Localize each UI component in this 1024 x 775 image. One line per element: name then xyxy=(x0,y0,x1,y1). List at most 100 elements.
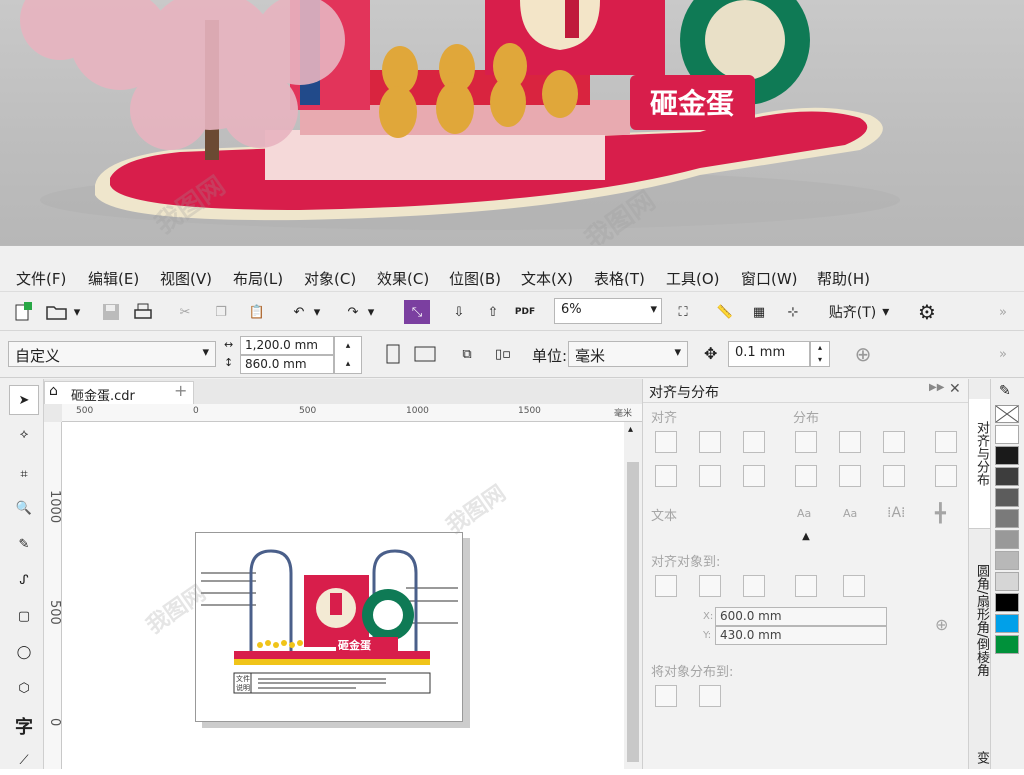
guidelines-icon[interactable]: ⊹ xyxy=(780,300,806,324)
align-center-v-icon[interactable] xyxy=(699,465,721,487)
undo-icon[interactable]: ↶ xyxy=(286,300,312,324)
add-icon[interactable]: ╋ xyxy=(935,503,946,524)
menu-object[interactable]: 对象(C) xyxy=(304,268,356,289)
snap-to-button[interactable]: 贴齐(T) ▾ xyxy=(824,300,894,324)
align-x-input[interactable]: 600.0 mm xyxy=(715,607,887,626)
distribute-right-icon[interactable] xyxy=(883,431,905,453)
home-icon[interactable]: ⌂ xyxy=(49,383,58,399)
overflow-chevron-icon[interactable]: » xyxy=(990,300,1016,324)
vertical-scrollbar[interactable]: ▴ xyxy=(624,422,642,769)
shape-tool-icon[interactable]: ⟡ xyxy=(9,419,39,449)
unit-select[interactable]: 毫米 ▾ xyxy=(568,341,688,367)
nudge-distance-input[interactable]: 0.1 mm xyxy=(728,341,810,367)
align-right-icon[interactable] xyxy=(743,431,765,453)
paste-icon[interactable]: 📋 xyxy=(244,300,270,324)
align-to-page-center-icon[interactable] xyxy=(743,575,765,597)
collapse-arrow-icon[interactable]: ▲ xyxy=(643,531,969,545)
color-swatch[interactable] xyxy=(995,635,1019,654)
align-to-grid-icon[interactable] xyxy=(795,575,817,597)
scrollbar-thumb[interactable] xyxy=(627,462,639,762)
color-swatch[interactable] xyxy=(995,467,1019,486)
text-baseline-icon[interactable]: Aa xyxy=(797,507,811,520)
text-center-icon[interactable]: ⁞A⁞ xyxy=(887,505,905,521)
distribute-top-icon[interactable] xyxy=(795,465,817,487)
menu-help[interactable]: 帮助(H) xyxy=(817,268,870,289)
add-preset-icon[interactable]: ⊕ xyxy=(850,342,876,366)
color-swatch[interactable] xyxy=(995,551,1019,570)
eyedropper-icon[interactable]: ✎ xyxy=(999,383,1011,399)
page-size-select[interactable]: 自定义 ▾ xyxy=(8,341,216,367)
distribute-spacing-v-icon[interactable] xyxy=(935,465,957,487)
distribute-center-icon[interactable] xyxy=(839,431,861,453)
color-swatch[interactable] xyxy=(995,572,1019,591)
rulers-icon[interactable]: 📏 xyxy=(712,300,738,324)
align-left-icon[interactable] xyxy=(655,431,677,453)
chevron-down-icon[interactable]: ▾ xyxy=(310,300,324,324)
align-y-input[interactable]: 430.0 mm xyxy=(715,626,887,645)
distribute-left-icon[interactable] xyxy=(795,431,817,453)
pick-tool-icon[interactable]: ➤ xyxy=(9,385,39,415)
menu-effects[interactable]: 效果(C) xyxy=(377,268,429,289)
zoom-level-select[interactable]: 6% ▾ xyxy=(554,298,662,324)
menu-view[interactable]: 视图(V) xyxy=(160,268,212,289)
page-height-input[interactable]: 860.0 mm xyxy=(240,355,334,374)
all-pages-icon[interactable]: ⧉ xyxy=(454,342,480,366)
ellipse-tool-icon[interactable]: ◯ xyxy=(9,637,39,667)
align-top-icon[interactable] xyxy=(655,465,677,487)
line-tool-icon[interactable]: ⟋ xyxy=(9,745,39,775)
export-icon[interactable]: ⇧ xyxy=(480,300,506,324)
artistic-media-icon[interactable]: ᔑ xyxy=(9,565,39,595)
color-swatch[interactable] xyxy=(995,530,1019,549)
scroll-up-icon[interactable]: ▴ xyxy=(628,424,633,435)
nudge-spinner[interactable]: ▴ ▾ xyxy=(810,341,830,367)
menu-file[interactable]: 文件(F) xyxy=(16,268,66,289)
color-swatch[interactable] xyxy=(995,488,1019,507)
color-swatch[interactable] xyxy=(995,446,1019,465)
color-swatch[interactable] xyxy=(995,614,1019,633)
color-swatch[interactable] xyxy=(995,425,1019,444)
menu-table[interactable]: 表格(T) xyxy=(594,268,645,289)
chevron-down-icon[interactable]: ▾ xyxy=(70,300,84,324)
redo-icon[interactable]: ↷ xyxy=(340,300,366,324)
align-bottom-icon[interactable] xyxy=(743,465,765,487)
size-spinner[interactable]: ▴ ▴ xyxy=(334,336,362,374)
search-content-icon[interactable]: ⤡ xyxy=(404,300,430,324)
zoom-tool-icon[interactable]: 🔍 xyxy=(9,493,39,523)
portrait-icon[interactable] xyxy=(380,342,406,366)
current-page-icon[interactable]: ▯▫ xyxy=(490,342,516,366)
distribute-to-selection-icon[interactable] xyxy=(655,685,677,707)
align-to-point-icon[interactable] xyxy=(843,575,865,597)
align-center-h-icon[interactable] xyxy=(699,431,721,453)
side-tab-transform[interactable]: 变 xyxy=(969,747,990,769)
distribute-to-page-icon[interactable] xyxy=(699,685,721,707)
import-icon[interactable]: ⇩ xyxy=(446,300,472,324)
align-to-active-icon[interactable] xyxy=(655,575,677,597)
add-tab-icon[interactable]: + xyxy=(174,381,187,400)
full-screen-icon[interactable]: ⛶ xyxy=(670,300,696,324)
color-swatch[interactable] xyxy=(995,509,1019,528)
grid-icon[interactable]: ▦ xyxy=(746,300,772,324)
text-bbox-icon[interactable]: Aa xyxy=(843,507,857,520)
align-to-page-edge-icon[interactable] xyxy=(699,575,721,597)
open-folder-icon[interactable] xyxy=(44,300,70,324)
landscape-icon[interactable] xyxy=(412,342,438,366)
expand-icon[interactable]: ▶▶ xyxy=(929,382,944,393)
drawing-canvas[interactable]: 砸金蛋 文件 说明 我图网 我图网 xyxy=(62,422,624,769)
distribute-bottom-icon[interactable] xyxy=(883,465,905,487)
crop-tool-icon[interactable]: ⌗ xyxy=(9,459,39,489)
add-point-icon[interactable]: ⊕ xyxy=(935,615,948,634)
cut-icon[interactable]: ✂ xyxy=(172,300,198,324)
gear-icon[interactable]: ⚙ xyxy=(914,300,940,324)
menu-tools[interactable]: 工具(O) xyxy=(666,268,720,289)
side-tab-corners[interactable]: 圆角/扇形角/倒棱角 xyxy=(969,534,990,744)
side-tab-align[interactable]: 对齐与分布 xyxy=(969,399,990,529)
distribute-middle-icon[interactable] xyxy=(839,465,861,487)
rectangle-tool-icon[interactable]: ▢ xyxy=(9,601,39,631)
menu-bitmaps[interactable]: 位图(B) xyxy=(449,268,501,289)
publish-pdf-icon[interactable]: PDF xyxy=(512,300,538,324)
menu-text[interactable]: 文本(X) xyxy=(521,268,573,289)
chevron-down-icon[interactable]: ▾ xyxy=(364,300,378,324)
menu-layout[interactable]: 布局(L) xyxy=(233,268,283,289)
print-icon[interactable] xyxy=(130,300,156,324)
polygon-tool-icon[interactable]: ⬡ xyxy=(9,673,39,703)
